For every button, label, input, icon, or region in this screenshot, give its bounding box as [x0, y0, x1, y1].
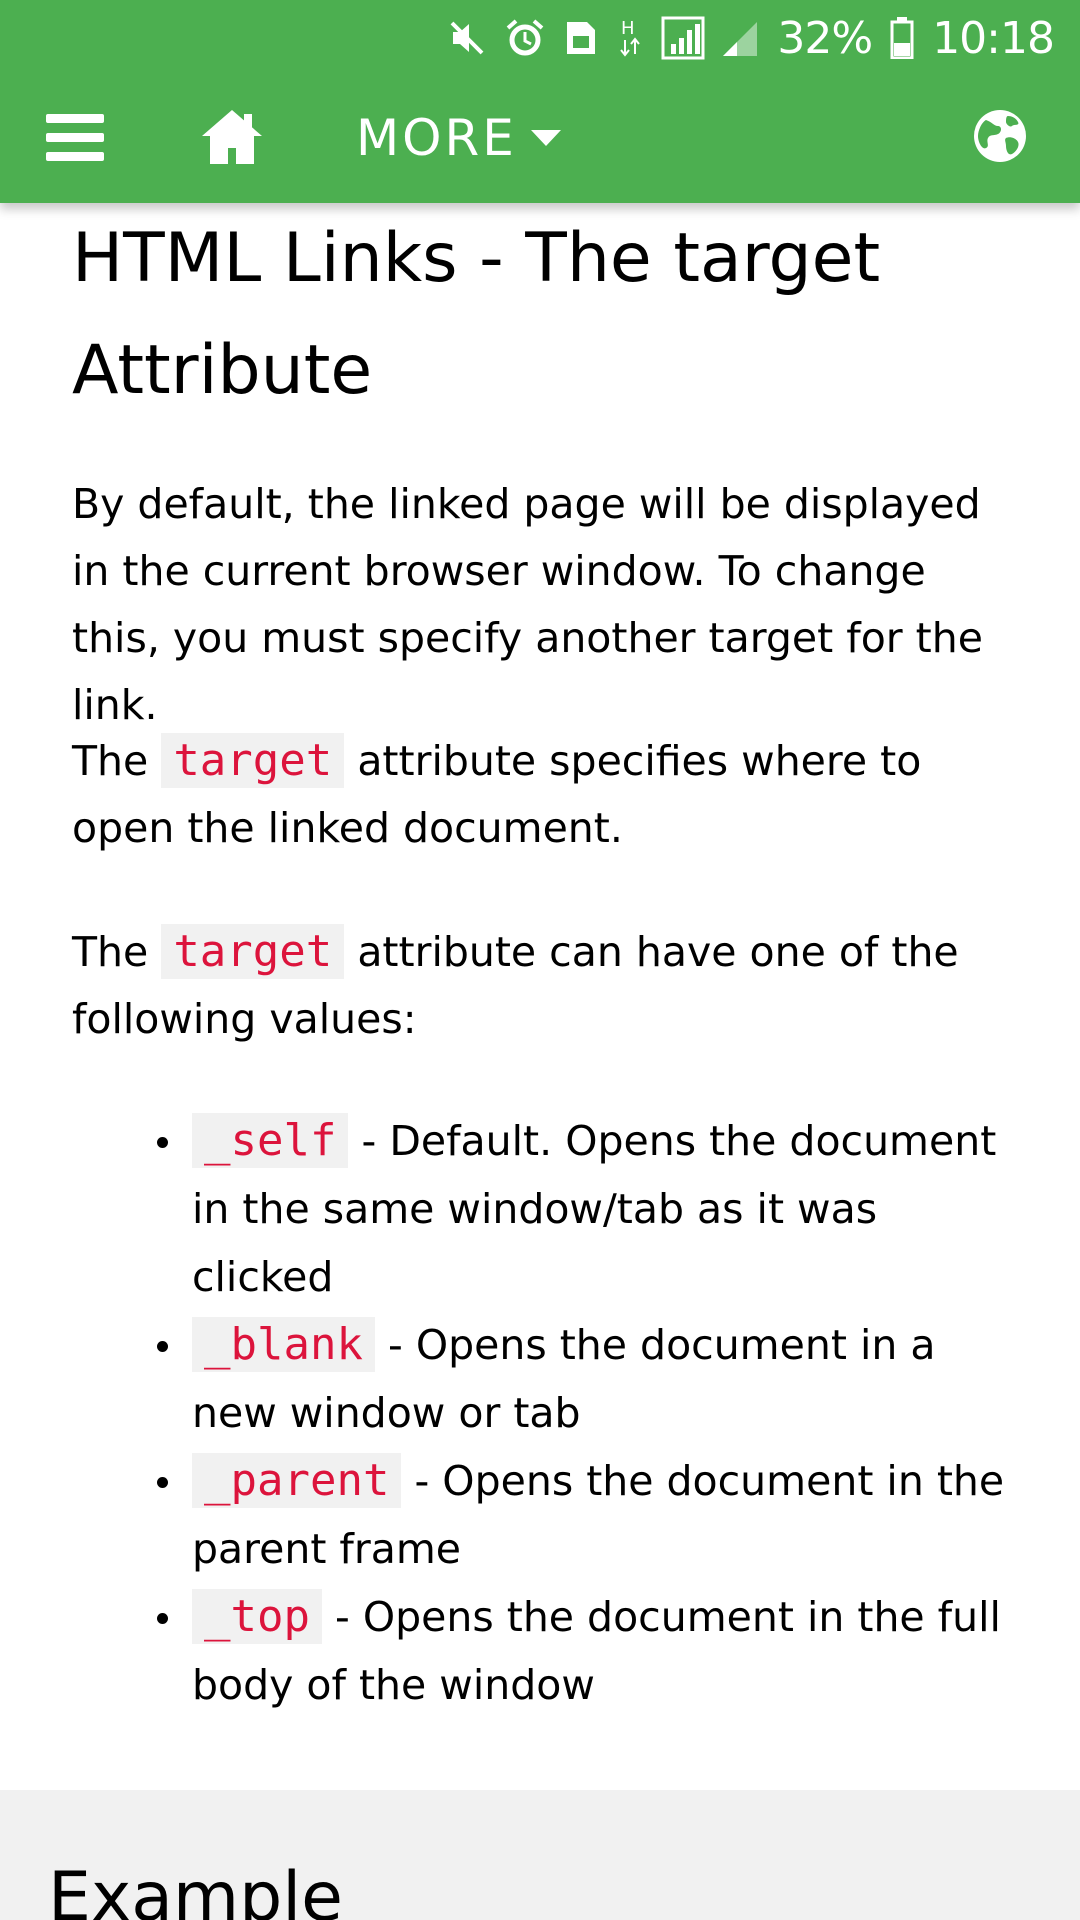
mute-icon — [447, 18, 487, 58]
menu-button[interactable] — [46, 112, 106, 164]
status-bar: H 32% 10:18 — [447, 12, 1055, 64]
more-menu-button[interactable]: MORE — [356, 108, 561, 168]
code-value: _parent — [192, 1453, 402, 1508]
clock: 10:18 — [932, 12, 1055, 64]
code-value: _self — [192, 1113, 349, 1168]
hamburger-icon — [46, 114, 104, 161]
svg-text:H: H — [621, 18, 635, 39]
data-h-icon: H — [617, 16, 643, 60]
example-heading: Example — [48, 1858, 344, 1920]
signal-weak-icon — [723, 18, 759, 58]
code-value: _top — [192, 1589, 322, 1644]
signal-icon — [661, 16, 705, 60]
sim-icon — [563, 18, 599, 58]
para2-prefix: The — [72, 737, 149, 785]
list-item: _top - Opens the document in the full bo… — [157, 1583, 1022, 1719]
home-button[interactable] — [200, 108, 264, 166]
example-section: Example — [0, 1790, 1080, 1920]
list-item: _self - Default. Opens the document in t… — [157, 1107, 1022, 1311]
language-button[interactable] — [972, 108, 1028, 164]
app-header: H 32% 10:18 MORE — [0, 0, 1080, 203]
navigation-bar: MORE — [0, 90, 1080, 190]
alarm-icon — [505, 18, 545, 58]
battery-percent: 32% — [777, 12, 873, 64]
code-value: _blank — [192, 1317, 375, 1372]
battery-icon — [890, 17, 914, 59]
more-label: MORE — [356, 109, 517, 167]
intro-paragraph: By default, the linked page will be disp… — [72, 480, 983, 729]
para3-prefix: The — [72, 928, 149, 976]
list-item: _blank - Opens the document in a new win… — [157, 1311, 1022, 1447]
target-values-list: _self - Default. Opens the document in t… — [157, 1107, 1022, 1719]
list-item: _parent - Opens the document in the pare… — [157, 1447, 1022, 1583]
globe-icon — [974, 110, 1026, 162]
home-icon — [202, 110, 262, 164]
caret-down-icon — [530, 130, 561, 146]
target-description-paragraph: The target attribute specifies where to … — [72, 727, 1012, 862]
code-target: target — [161, 924, 345, 979]
page-title: HTML Links - The target Attribute — [72, 219, 881, 410]
code-target: target — [161, 733, 345, 788]
target-values-intro-paragraph: The target attribute can have one of the… — [72, 918, 1012, 1053]
